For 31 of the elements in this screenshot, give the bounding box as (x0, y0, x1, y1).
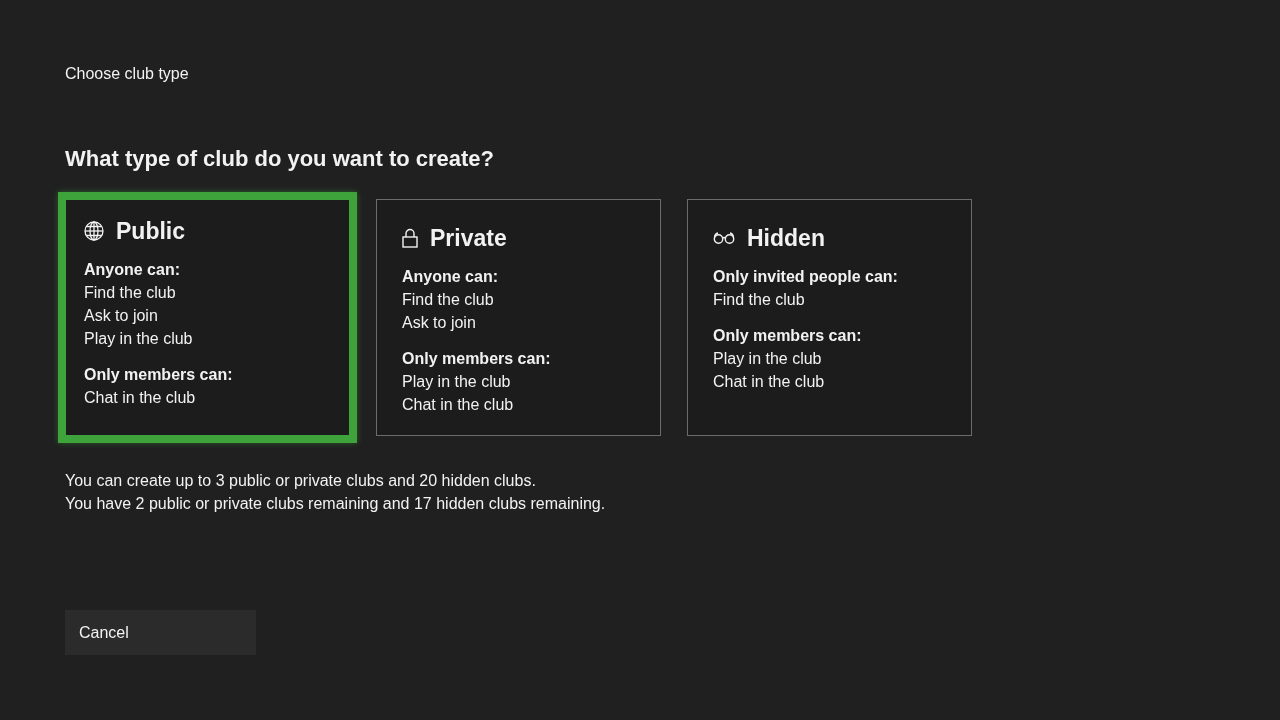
permission-item: Play in the club (402, 372, 512, 392)
permission-item: Play in the club (84, 329, 194, 349)
permission-heading: Only invited people can: (713, 267, 899, 287)
permission-item: Find the club (402, 290, 495, 310)
permission-item: Chat in the club (402, 395, 515, 415)
permission-item: Ask to join (402, 313, 477, 333)
permission-item: Play in the club (713, 349, 823, 369)
page-title: Choose club type (65, 64, 190, 84)
permission-heading: Anyone can: (402, 267, 499, 287)
page-heading: What type of club do you want to create? (65, 145, 496, 173)
info-text: You can create up to 3 public or private clubs and 20 hidden clubs. (65, 471, 537, 491)
glasses-icon (713, 232, 735, 244)
permission-item: Chat in the club (713, 372, 826, 392)
card-title: Public (116, 217, 185, 245)
card-title: Private (430, 224, 507, 252)
cancel-button[interactable]: Cancel (65, 610, 256, 655)
club-type-card[interactable]: Public Anyone can: Find the club Ask to join Play in the club Only members can: Chat in the club (58, 192, 357, 443)
permission-heading: Only members can: (402, 349, 552, 369)
club-type-card[interactable]: Private Anyone can: Find the club Ask to join Only members can: Play in the club Chat in the club (376, 199, 661, 436)
permission-heading: Anyone can: (84, 260, 181, 280)
club-type-card[interactable]: Hidden Only invited people can: Find the club Only members can: Play in the club Chat in the club (687, 199, 972, 436)
info-text: You have 2 public or private clubs remaining and 17 hidden clubs remaining. (65, 494, 607, 514)
permission-item: Ask to join (84, 306, 159, 326)
permission-item: Find the club (713, 290, 806, 310)
permission-heading: Only members can: (713, 326, 863, 346)
permission-item: Chat in the club (84, 388, 197, 408)
card-title: Hidden (747, 224, 825, 252)
permission-item: Find the club (84, 283, 177, 303)
lock-icon (402, 228, 418, 248)
permission-heading: Only members can: (84, 365, 234, 385)
globe-icon (84, 221, 104, 241)
